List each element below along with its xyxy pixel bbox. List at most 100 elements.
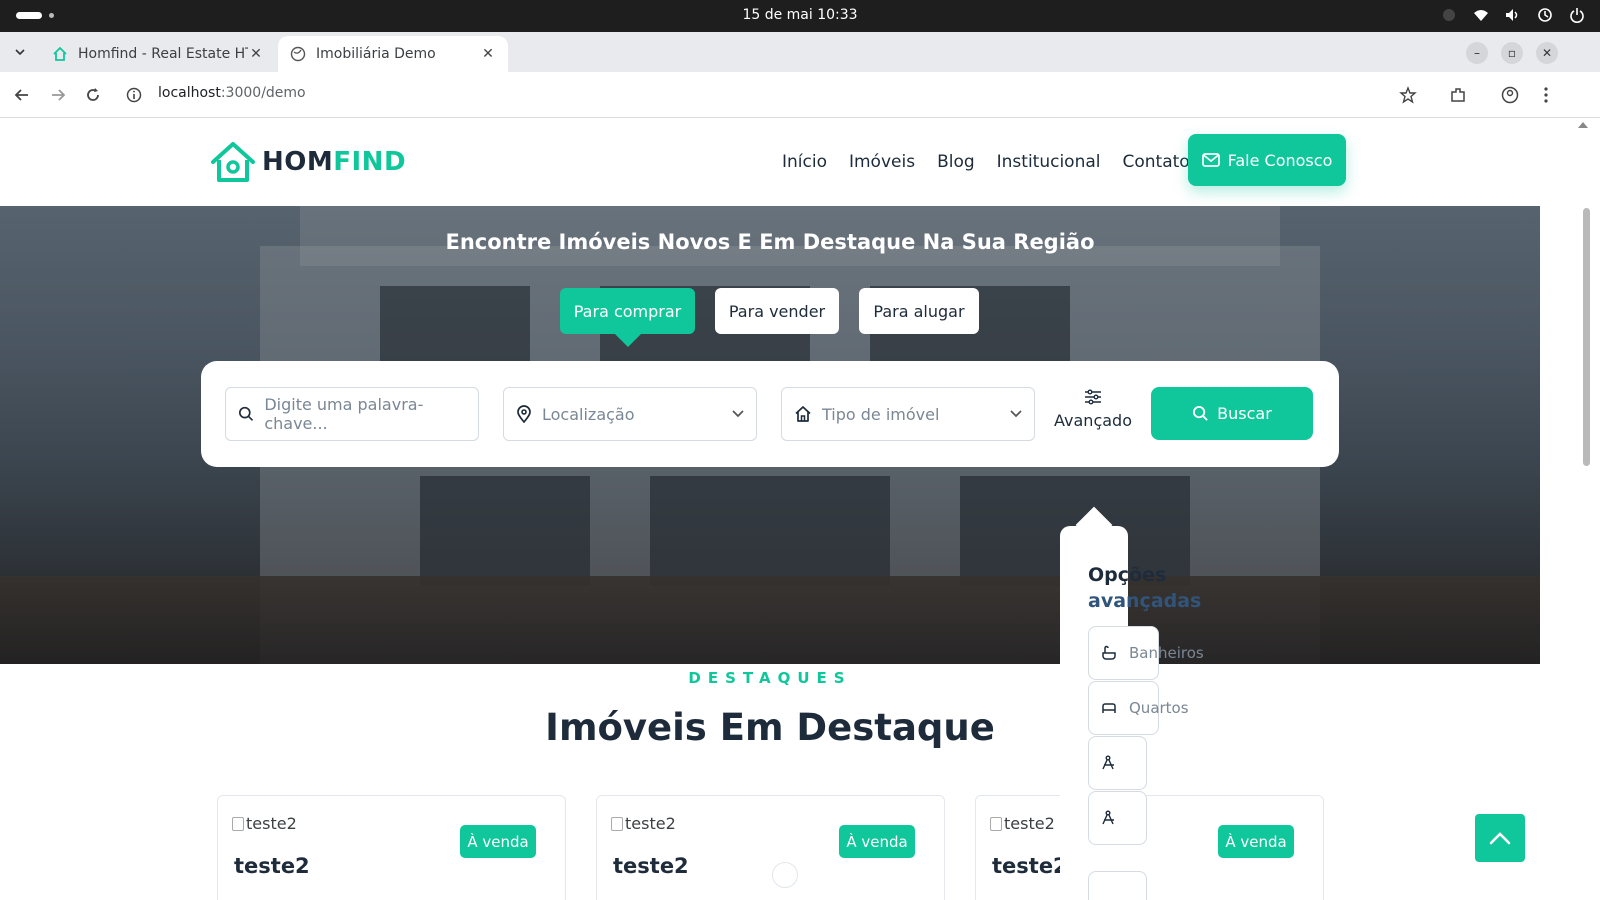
section-tagline: DESTAQUES: [688, 669, 852, 687]
tab-close-icon[interactable]: ✕: [248, 46, 264, 62]
restore-window-button[interactable]: ▫: [1501, 42, 1523, 64]
url-host: localhost: [158, 85, 221, 101]
tab-search-button[interactable]: [8, 40, 32, 64]
property-title[interactable]: teste2: [234, 854, 310, 878]
property-image-broken[interactable]: teste2: [611, 814, 676, 833]
page-scrollbar[interactable]: [1568, 118, 1600, 900]
house-logo-icon: [211, 142, 255, 182]
main-navigation: Início Imóveis Blog Institucional Contat…: [782, 152, 1190, 172]
minimize-window-button[interactable]: –: [1466, 42, 1488, 64]
logo-text-part2: FIND: [333, 147, 407, 177]
property-image-broken[interactable]: teste2: [990, 814, 1055, 833]
os-clock[interactable]: 15 de mai 10:33: [0, 7, 1600, 23]
nav-institucional[interactable]: Institucional: [997, 152, 1101, 172]
nuxt-devtools-icon[interactable]: [772, 862, 798, 888]
bedrooms-select[interactable]: Quartos: [1088, 681, 1189, 735]
chevron-up-icon: [1489, 832, 1511, 845]
homfind-logo[interactable]: HOMFIND: [210, 140, 406, 184]
url-path: :3000/demo: [220, 85, 306, 101]
property-image-broken[interactable]: teste2: [232, 814, 297, 833]
tab-close-icon[interactable]: ✕: [480, 46, 496, 62]
nav-contato[interactable]: Contato: [1123, 152, 1190, 172]
broken-image-icon: [990, 816, 1002, 831]
profile-avatar-icon[interactable]: [1498, 83, 1522, 107]
advanced-options-heading: Opções avançadas: [1088, 562, 1208, 614]
advanced-search-toggle[interactable]: Avançado: [1053, 389, 1133, 430]
property-card[interactable]: teste2 À venda teste2: [596, 795, 945, 900]
home-icon: [795, 406, 811, 422]
property-card[interactable]: teste2 À venda teste2: [217, 795, 566, 900]
mode-sell-button[interactable]: Para vender: [715, 288, 839, 334]
globe-favicon-icon: [290, 46, 306, 62]
compass-area-icon: [1102, 755, 1114, 770]
web-page: HOMFIND Início Imóveis Blog Instituciona…: [0, 118, 1568, 900]
sliders-icon: [1085, 389, 1101, 405]
chevron-down-icon: [732, 410, 744, 418]
extensions-puzzle-icon[interactable]: [1446, 83, 1470, 107]
hero-title: Encontre Imóveis Novos E Em Destaque Na …: [445, 230, 1095, 254]
keyword-placeholder: Digite uma palavra-chave...: [264, 395, 424, 433]
browser-tab-homfind[interactable]: Homfind - Real Estate HT ✕: [40, 36, 276, 72]
map-pin-icon: [517, 405, 531, 423]
nav-imoveis[interactable]: Imóveis: [849, 152, 915, 172]
bathtub-icon: [1102, 645, 1116, 660]
nav-inicio[interactable]: Início: [782, 152, 827, 172]
back-arrow-icon[interactable]: [10, 83, 34, 107]
browser-tab-imobiliaria[interactable]: Imobiliária Demo ✕: [278, 36, 508, 72]
property-card[interactable]: teste2 À venda teste2: [975, 795, 1324, 900]
hero-section: Encontre Imóveis Novos E Em Destaque Na …: [0, 206, 1540, 664]
volume-icon: [1504, 6, 1522, 24]
shield-icon: [1440, 6, 1458, 24]
tab-label: Imobiliária Demo: [316, 46, 436, 62]
broken-image-icon: [611, 816, 623, 831]
keyword-search-input[interactable]: Digite uma palavra-chave...: [225, 387, 479, 441]
scrollbar-thumb[interactable]: [1583, 208, 1590, 466]
logo-text-part1: HOM: [262, 147, 334, 177]
system-tray[interactable]: [1440, 6, 1586, 24]
logo-text: HOMFIND: [262, 147, 406, 177]
property-type-placeholder: Tipo de imóvel: [822, 404, 940, 424]
area-max-input[interactable]: [1088, 791, 1147, 845]
heading-line1: Opções: [1088, 564, 1167, 586]
section-title: Imóveis Em Destaque: [545, 706, 995, 749]
address-bar-url[interactable]: localhost:3000/demo: [158, 85, 306, 101]
bookmark-star-icon[interactable]: [1396, 83, 1420, 107]
forward-arrow-icon[interactable]: [46, 83, 70, 107]
nav-blog[interactable]: Blog: [937, 152, 975, 172]
heading-line2: avançadas: [1088, 590, 1202, 612]
site-info-icon[interactable]: [122, 83, 146, 107]
contact-us-label: Fale Conosco: [1227, 150, 1333, 170]
property-type-select[interactable]: Tipo de imóvel: [781, 387, 1035, 441]
scroll-up-arrow[interactable]: [1578, 122, 1588, 128]
location-select[interactable]: Localização: [503, 387, 757, 441]
browser-menu-icon[interactable]: [1534, 83, 1558, 107]
mode-buy-button[interactable]: Para comprar: [560, 288, 695, 334]
os-top-bar: 15 de mai 10:33: [0, 0, 1600, 32]
search-submit-button[interactable]: Buscar: [1151, 387, 1313, 440]
wifi-icon: [1472, 6, 1490, 24]
back-to-top-button[interactable]: [1475, 814, 1525, 862]
close-window-button[interactable]: ✕: [1536, 42, 1558, 64]
status-badge: À venda: [1218, 825, 1294, 858]
property-title[interactable]: teste2: [613, 854, 689, 878]
reload-icon[interactable]: [81, 83, 105, 107]
advanced-option-field[interactable]: [1088, 871, 1147, 900]
active-mode-caret: [615, 334, 641, 347]
power-icon: [1568, 6, 1586, 24]
browser-toolbar: localhost:3000/demo: [0, 72, 1600, 118]
image-alt-text: teste2: [246, 814, 297, 833]
status-badge: À venda: [839, 825, 915, 858]
advanced-options-dropdown: Opções avançadas Banheiros Quartos: [1060, 506, 1204, 900]
bed-icon: [1102, 703, 1116, 713]
search-submit-label: Buscar: [1217, 404, 1272, 423]
mode-rent-button[interactable]: Para alugar: [859, 288, 979, 334]
property-title[interactable]: teste2: [992, 854, 1068, 878]
envelope-icon: [1201, 153, 1220, 167]
site-header: HOMFIND Início Imóveis Blog Instituciona…: [0, 118, 1568, 210]
bathrooms-select[interactable]: Banheiros: [1088, 626, 1204, 680]
network-status-icon: [1536, 6, 1554, 24]
area-min-input[interactable]: [1088, 736, 1147, 790]
compass-area-icon: [1102, 810, 1114, 825]
contact-us-button[interactable]: Fale Conosco: [1188, 134, 1346, 186]
status-badge: À venda: [460, 825, 536, 858]
